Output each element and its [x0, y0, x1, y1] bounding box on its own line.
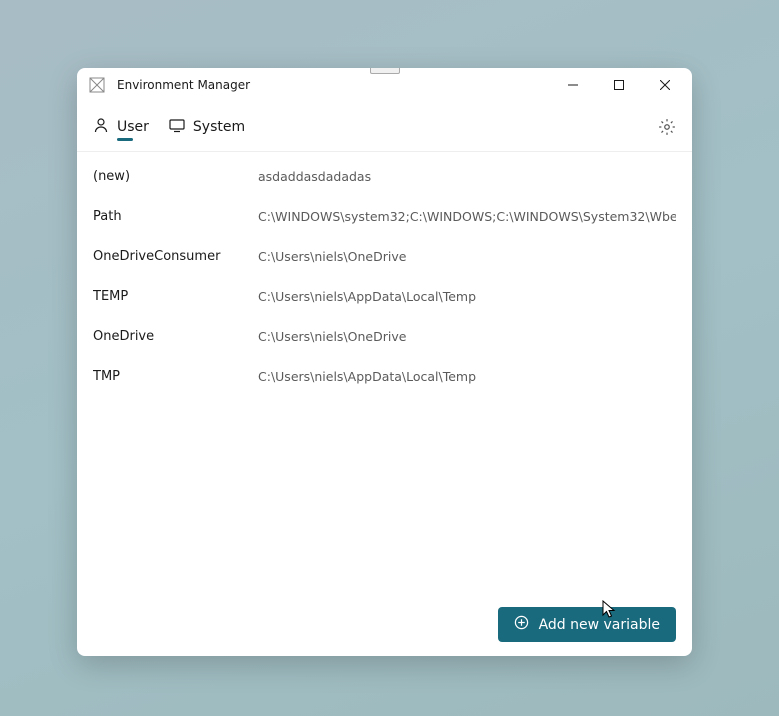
variable-value: C:\Users\niels\AppData\Local\Temp — [258, 369, 676, 384]
app-icon — [89, 77, 105, 93]
variable-name: OneDriveConsumer — [93, 249, 258, 264]
add-button-label: Add new variable — [539, 617, 660, 633]
toolbar: User System — [77, 102, 692, 152]
monitor-icon — [169, 117, 185, 137]
variable-name: TMP — [93, 369, 258, 384]
settings-button[interactable] — [658, 118, 676, 136]
variable-row[interactable]: TMP C:\Users\niels\AppData\Local\Temp — [77, 356, 692, 396]
window-controls — [550, 69, 688, 101]
variable-value: C:\WINDOWS\system32;C:\WINDOWS;C:\WINDOW… — [258, 209, 676, 224]
app-window: Environment Manager User — [77, 68, 692, 656]
variable-name: TEMP — [93, 289, 258, 304]
variable-name: Path — [93, 209, 258, 224]
tab-user[interactable]: User — [93, 102, 149, 151]
variable-name: OneDrive — [93, 329, 258, 344]
variable-value: asdaddasdadadas — [258, 169, 676, 184]
window-title: Environment Manager — [117, 78, 250, 92]
variable-name: (new) — [93, 169, 258, 184]
tab-system-label: System — [193, 119, 245, 135]
variable-row[interactable]: Path C:\WINDOWS\system32;C:\WINDOWS;C:\W… — [77, 196, 692, 236]
tab-user-label: User — [117, 119, 149, 135]
plus-circle-icon — [514, 615, 529, 634]
variable-value: C:\Users\niels\OneDrive — [258, 329, 676, 344]
variable-row[interactable]: OneDrive C:\Users\niels\OneDrive — [77, 316, 692, 356]
minimize-button[interactable] — [550, 69, 596, 101]
variable-list: (new) asdaddasdadadas Path C:\WINDOWS\sy… — [77, 152, 692, 593]
titlebar[interactable]: Environment Manager — [77, 68, 692, 102]
tab-system[interactable]: System — [169, 102, 245, 151]
footer: Add new variable — [77, 593, 692, 656]
add-variable-button[interactable]: Add new variable — [498, 607, 676, 642]
variable-value: C:\Users\niels\AppData\Local\Temp — [258, 289, 676, 304]
user-icon — [93, 117, 109, 137]
close-button[interactable] — [642, 69, 688, 101]
variable-row[interactable]: TEMP C:\Users\niels\AppData\Local\Temp — [77, 276, 692, 316]
maximize-button[interactable] — [596, 69, 642, 101]
variable-value: C:\Users\niels\OneDrive — [258, 249, 676, 264]
variable-row[interactable]: OneDriveConsumer C:\Users\niels\OneDrive — [77, 236, 692, 276]
variable-row[interactable]: (new) asdaddasdadadas — [77, 156, 692, 196]
